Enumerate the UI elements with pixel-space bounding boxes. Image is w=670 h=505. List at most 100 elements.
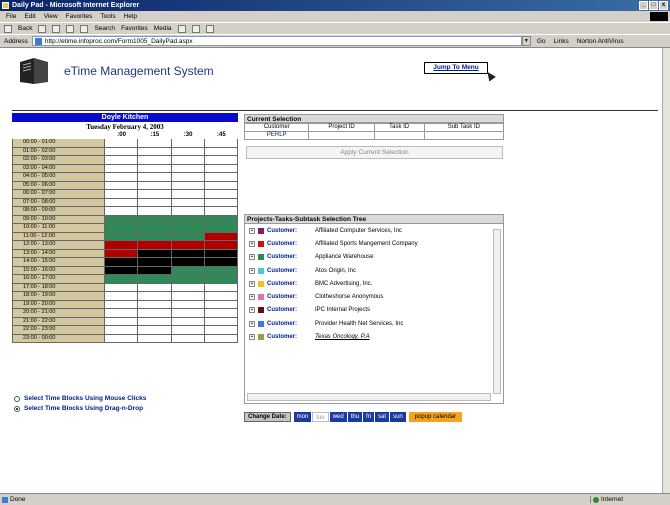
time-block[interactable] [138, 249, 172, 258]
time-block[interactable] [171, 258, 205, 267]
menu-help[interactable]: Help [124, 11, 137, 22]
time-block[interactable] [105, 300, 139, 309]
time-block[interactable] [204, 241, 238, 250]
tree-vertical-scrollbar[interactable] [493, 229, 501, 394]
time-block[interactable] [171, 164, 205, 173]
time-block[interactable] [204, 164, 238, 173]
time-block[interactable] [105, 283, 139, 292]
expand-icon[interactable]: + [249, 294, 255, 301]
expand-icon[interactable]: + [249, 320, 255, 327]
page-vertical-scrollbar[interactable] [662, 48, 670, 493]
time-block[interactable] [105, 292, 139, 301]
menu-favorites[interactable]: Favorites [66, 11, 93, 22]
expand-icon[interactable]: + [249, 240, 255, 247]
menu-file[interactable]: File [6, 11, 16, 22]
links-button[interactable]: Links [554, 38, 569, 45]
tree-node[interactable]: + Customer: Clotheshorse Anonymous [245, 290, 503, 303]
time-block[interactable] [138, 232, 172, 241]
time-block[interactable] [105, 190, 139, 199]
print-icon[interactable] [205, 24, 214, 33]
address-dropdown-icon[interactable]: ▼ [521, 36, 531, 46]
expand-icon[interactable]: + [249, 280, 255, 287]
time-block[interactable] [171, 241, 205, 250]
time-block[interactable] [105, 156, 139, 165]
time-block[interactable] [105, 164, 139, 173]
time-block[interactable] [171, 309, 205, 318]
time-block[interactable] [204, 198, 238, 207]
time-block[interactable] [138, 181, 172, 190]
time-block[interactable] [138, 317, 172, 326]
day-tue[interactable]: tue [312, 412, 329, 422]
time-block[interactable] [171, 190, 205, 199]
forward-arrow-icon[interactable] [38, 24, 47, 33]
time-block[interactable] [138, 139, 172, 148]
time-block[interactable] [204, 139, 238, 148]
stop-icon[interactable] [52, 24, 61, 33]
time-block[interactable] [105, 241, 139, 250]
time-block[interactable] [204, 334, 238, 343]
drag-drop-option[interactable]: Select Time Blocks Using Drag-n-Drop [14, 405, 146, 412]
time-block[interactable] [138, 156, 172, 165]
tree-node[interactable]: + Customer: Affiliated Computer Services, … [245, 224, 503, 237]
time-block[interactable] [105, 334, 139, 343]
time-block[interactable] [204, 317, 238, 326]
time-block[interactable] [138, 258, 172, 267]
day-mon[interactable]: mon [293, 412, 312, 422]
expand-icon[interactable]: + [249, 267, 255, 274]
back-arrow-icon[interactable] [4, 24, 12, 33]
time-block[interactable] [105, 326, 139, 335]
time-block[interactable] [204, 258, 238, 267]
time-block[interactable] [204, 309, 238, 318]
time-block[interactable] [138, 147, 172, 156]
history-icon[interactable] [177, 24, 186, 33]
time-block[interactable] [138, 198, 172, 207]
tree-node[interactable]: + Customer: Provider Health Net Services, … [245, 317, 503, 330]
time-block[interactable] [204, 147, 238, 156]
tree-node[interactable]: + Customer: Affiliated Sports Mangement Co… [245, 237, 503, 250]
time-block[interactable] [204, 224, 238, 233]
close-button[interactable]: x [659, 1, 668, 10]
day-wed[interactable]: wed [329, 412, 347, 422]
tree-node[interactable]: + Customer: BMC Advertising, Inc. [245, 277, 503, 290]
media-button[interactable]: Media [154, 25, 172, 32]
time-block[interactable] [138, 300, 172, 309]
time-block[interactable] [105, 258, 139, 267]
time-block[interactable] [204, 215, 238, 224]
time-block[interactable] [105, 215, 139, 224]
tree-node[interactable]: + Customer: IPC Internal Projects [245, 304, 503, 317]
time-block[interactable] [171, 181, 205, 190]
time-block[interactable] [171, 147, 205, 156]
time-block[interactable] [204, 249, 238, 258]
radio-mouse[interactable] [14, 395, 20, 402]
time-block[interactable] [105, 275, 139, 284]
popup-calendar-button[interactable]: popup calendar [408, 412, 463, 422]
time-block[interactable] [105, 147, 139, 156]
time-block[interactable] [171, 292, 205, 301]
menu-tools[interactable]: Tools [100, 11, 115, 22]
time-block[interactable] [138, 207, 172, 216]
time-block[interactable] [138, 275, 172, 284]
time-block[interactable] [204, 292, 238, 301]
maximize-button[interactable]: □ [649, 1, 658, 10]
time-block[interactable] [171, 326, 205, 335]
norton-button[interactable]: Norton AntiVirus [577, 38, 624, 45]
time-block[interactable] [105, 232, 139, 241]
menu-edit[interactable]: Edit [24, 11, 35, 22]
day-sun[interactable]: sun [390, 412, 406, 422]
time-block[interactable] [171, 156, 205, 165]
time-block[interactable] [138, 283, 172, 292]
time-block[interactable] [171, 173, 205, 182]
go-button[interactable]: Go [537, 38, 546, 45]
time-block[interactable] [105, 207, 139, 216]
time-block[interactable] [138, 326, 172, 335]
expand-icon[interactable]: + [249, 334, 255, 341]
time-block[interactable] [171, 207, 205, 216]
time-block[interactable] [171, 139, 205, 148]
time-block[interactable] [138, 334, 172, 343]
time-block[interactable] [204, 326, 238, 335]
time-block[interactable] [171, 283, 205, 292]
time-block[interactable] [171, 300, 205, 309]
time-block[interactable] [171, 275, 205, 284]
apply-selection-button[interactable]: Apply Current Selection [246, 146, 503, 159]
search-button[interactable]: Search [94, 25, 115, 32]
